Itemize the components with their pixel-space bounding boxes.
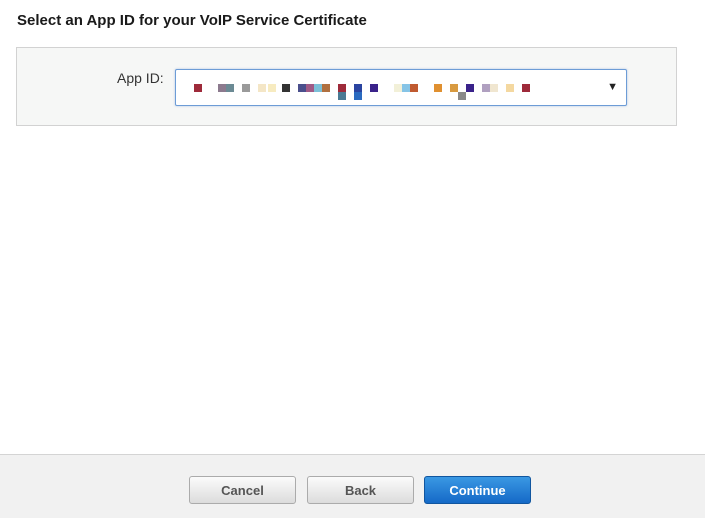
app-id-form-panel: App ID: ▼ bbox=[16, 47, 677, 126]
triangle-down-icon: ▼ bbox=[607, 81, 618, 93]
page-title: Select an App ID for your VoIP Service C… bbox=[17, 12, 367, 29]
continue-button[interactable]: Continue bbox=[424, 476, 531, 504]
footer-actions: Cancel Back Continue bbox=[0, 454, 705, 518]
app-id-select[interactable]: ▼ bbox=[175, 69, 627, 106]
app-id-label: App ID: bbox=[117, 70, 164, 86]
app-id-selected-value-redacted bbox=[192, 82, 592, 102]
back-button[interactable]: Back bbox=[307, 476, 414, 504]
cancel-button[interactable]: Cancel bbox=[189, 476, 296, 504]
page: Select an App ID for your VoIP Service C… bbox=[0, 0, 705, 518]
